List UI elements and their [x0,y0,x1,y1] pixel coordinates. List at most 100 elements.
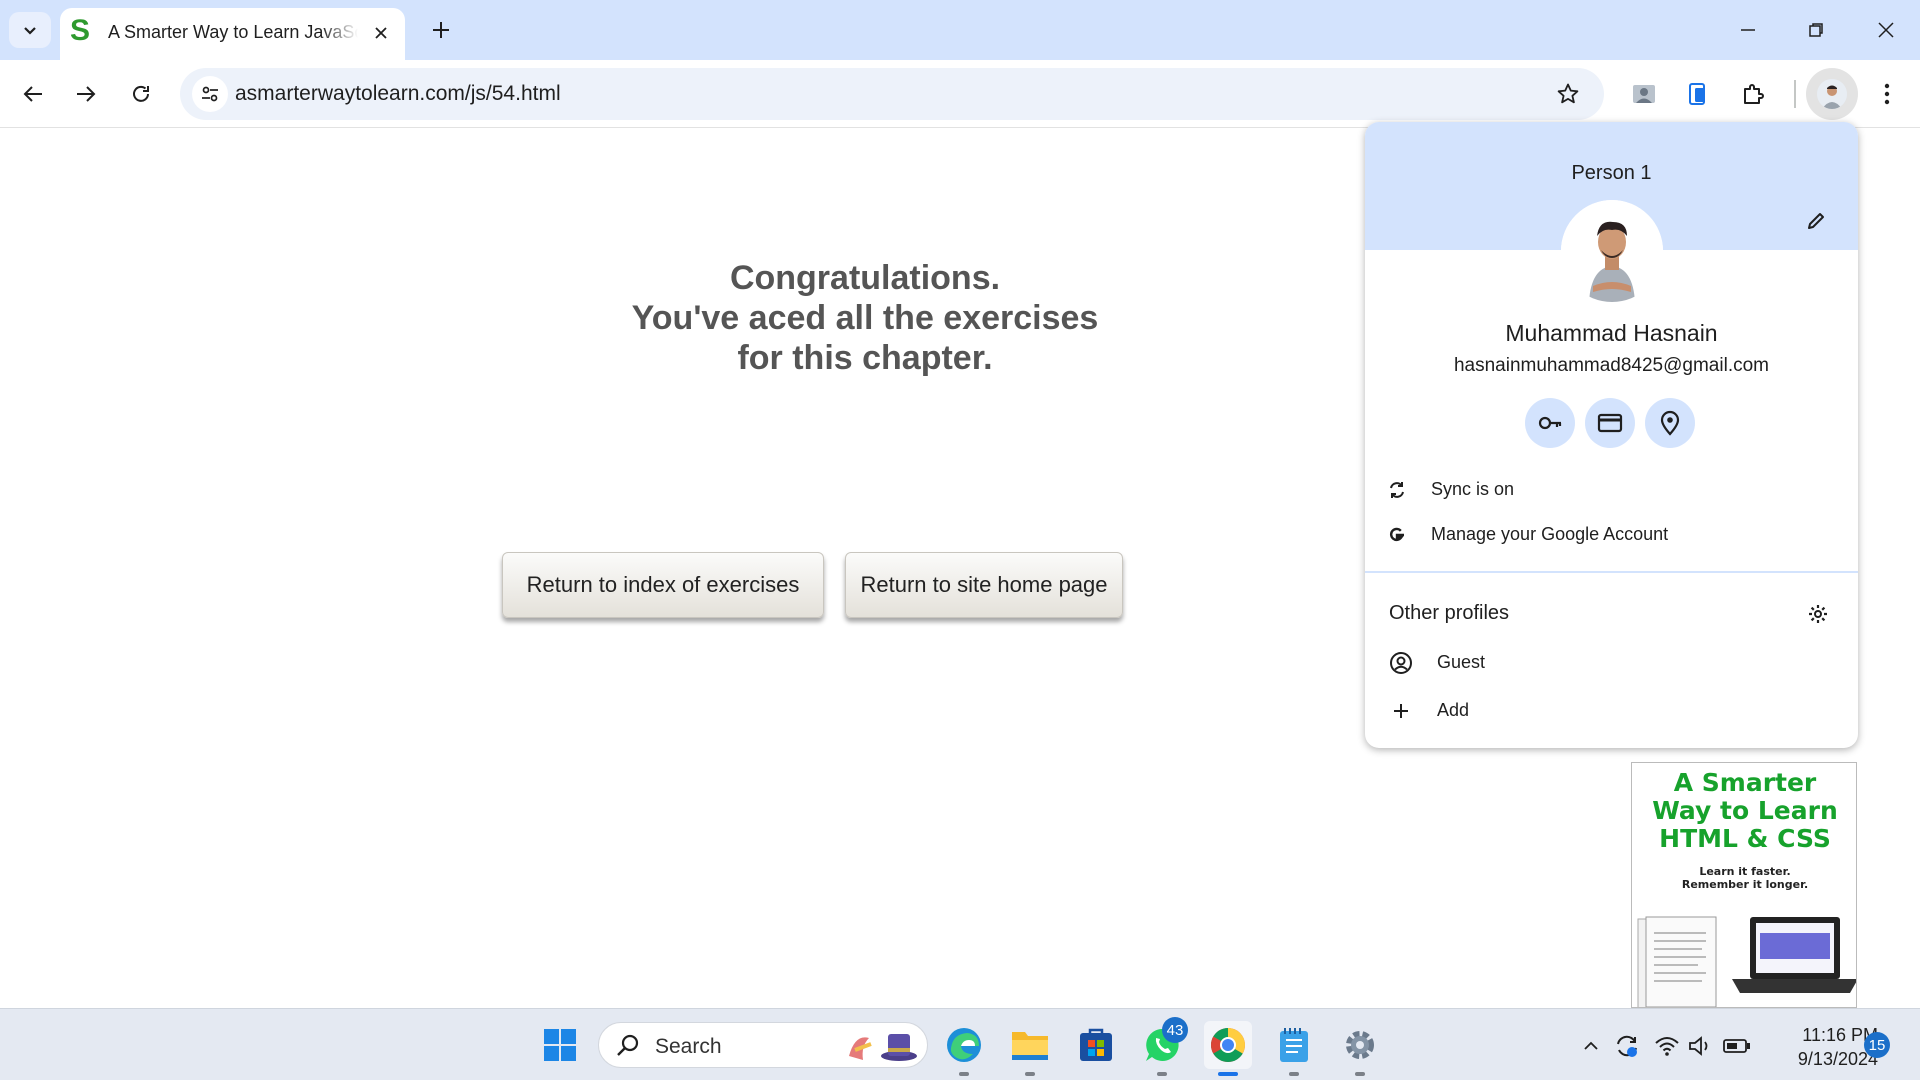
notepad-icon [1280,1028,1308,1062]
active-indicator [1218,1072,1238,1076]
reload-icon [133,85,149,102]
taskbar-settings[interactable] [1336,1021,1384,1076]
return-to-home-button[interactable]: Return to site home page [845,552,1123,618]
congrats-message: Congratulations. You've aced all the exe… [560,258,1170,378]
more-vertical-icon [1884,83,1890,105]
site-favicon-icon: S [70,14,91,47]
taskbar-search[interactable]: Search [598,1022,928,1068]
speaker-icon [1689,1036,1708,1056]
taskbar-edge[interactable] [940,1021,988,1076]
return-to-index-button[interactable]: Return to index of exercises [502,552,824,618]
book-title-line: Way to Learn [1652,796,1838,825]
folder-icon [1012,1032,1048,1060]
taskbar-microsoft-store[interactable] [1072,1021,1120,1069]
bookmark-button[interactable] [1550,76,1586,112]
windows-logo-icon [544,1029,576,1061]
search-highlight-icon [849,1034,917,1061]
browser-tab[interactable]: S A Smarter Way to Learn JavaScript [60,8,405,60]
browser-toolbar: asmarterwaytolearn.com/js/54.html [0,60,1920,128]
tray-wifi[interactable] [1652,1031,1682,1061]
close-icon [1878,22,1894,38]
add-profile-label: Add [1437,700,1470,720]
address-bar[interactable]: asmarterwaytolearn.com/js/54.html [180,68,1604,120]
extensions-button[interactable] [1733,74,1773,114]
new-tab-button[interactable] [423,12,459,48]
pencil-icon [1808,213,1824,229]
book-subtitle-line: Remember it longer. [1681,878,1809,891]
other-profiles-heading: Other profiles [1389,602,1510,624]
tab-strip: S A Smarter Way to Learn JavaScript [0,0,1920,60]
back-button[interactable] [13,74,53,114]
manage-profiles-button[interactable] [1803,599,1833,629]
reload-button[interactable] [121,74,161,114]
notification-count-badge[interactable]: 15 [1864,1032,1890,1058]
book-title-line: HTML & CSS [1659,824,1831,853]
book-advertisement[interactable]: A Smarter Way to Learn HTML & CSS Learn … [1631,762,1857,1008]
tray-volume[interactable] [1686,1031,1716,1061]
congrats-line: You've aced all the exercises [631,299,1099,337]
arrow-left-icon [23,86,42,102]
profile-button[interactable] [1806,68,1858,120]
guest-icon [1389,651,1413,675]
sync-status-label: Sync is on [1431,479,1515,499]
passwords-button[interactable] [1525,398,1575,448]
extension-phone-button[interactable] [1678,74,1718,114]
photo-extension-icon [1633,85,1655,103]
manage-google-account-item[interactable]: Manage your Google Account [1365,513,1858,557]
close-window-button[interactable] [1852,0,1920,60]
show-hidden-icons-button[interactable] [1576,1031,1606,1061]
arrow-right-icon [77,86,96,102]
credit-card-icon [1597,413,1623,433]
sync-status-item[interactable]: Sync is on [1365,468,1858,512]
chevron-up-icon [1584,1041,1598,1050]
addresses-button[interactable] [1645,398,1695,448]
chevron-down-icon [24,27,36,35]
running-indicator [1157,1072,1167,1076]
profile-email: hasnainmuhammad8425@gmail.com [1453,355,1769,376]
guest-profile-item[interactable]: Guest [1365,641,1858,685]
taskbar-notepad[interactable] [1270,1021,1318,1076]
profile-header-label: Person 1 [1571,162,1652,184]
tray-battery[interactable] [1722,1031,1752,1061]
running-indicator [959,1072,969,1076]
tune-icon [202,86,218,102]
url-text[interactable]: asmarterwaytolearn.com/js/54.html [235,82,561,106]
tab-close-button[interactable] [368,20,394,46]
site-info-button[interactable] [192,76,228,112]
restore-button[interactable] [1782,0,1850,60]
sync-icon [1385,478,1409,502]
clock-date: 9/13/2024 [1797,1049,1878,1069]
tray-sync-app[interactable] [1612,1031,1642,1061]
taskbar-clock[interactable]: 11:16 PM 9/13/2024 [1766,1023,1878,1071]
user-photo-icon [1561,200,1663,302]
edit-profile-button[interactable] [1801,206,1831,236]
add-profile-item[interactable]: Add [1365,689,1858,733]
profile-avatar [1561,200,1663,302]
payment-methods-button[interactable] [1585,398,1635,448]
chrome-icon [1211,1028,1245,1062]
avatar [1817,79,1847,109]
book-ad-subtitle: Learn it faster. Remember it longer. [1632,865,1856,891]
gear-icon [1809,605,1827,623]
forward-button[interactable] [66,74,106,114]
extension-photo-button[interactable] [1624,74,1664,114]
taskbar-file-explorer[interactable] [1006,1021,1054,1076]
taskbar-chrome[interactable] [1204,1021,1252,1076]
plus-icon [1389,699,1413,723]
plus-icon [433,22,449,38]
puzzle-icon [1744,84,1764,104]
phone-link-icon [1689,83,1705,105]
edge-browser-icon [947,1028,981,1062]
book-subtitle-line: Learn it faster. [1699,865,1791,878]
tab-search-button[interactable] [9,12,51,48]
start-button[interactable] [536,1021,584,1069]
battery-icon [1723,1039,1750,1053]
restore-icon [1809,23,1823,37]
book-and-laptop-illustration [1637,916,1856,1007]
google-g-icon [1385,523,1409,547]
taskbar-whatsapp[interactable]: 43 [1138,1017,1188,1076]
location-pin-icon [1660,410,1680,436]
minimize-button[interactable] [1714,0,1782,60]
chrome-menu-button[interactable] [1867,74,1907,114]
congrats-line: for this chapter. [737,339,993,377]
